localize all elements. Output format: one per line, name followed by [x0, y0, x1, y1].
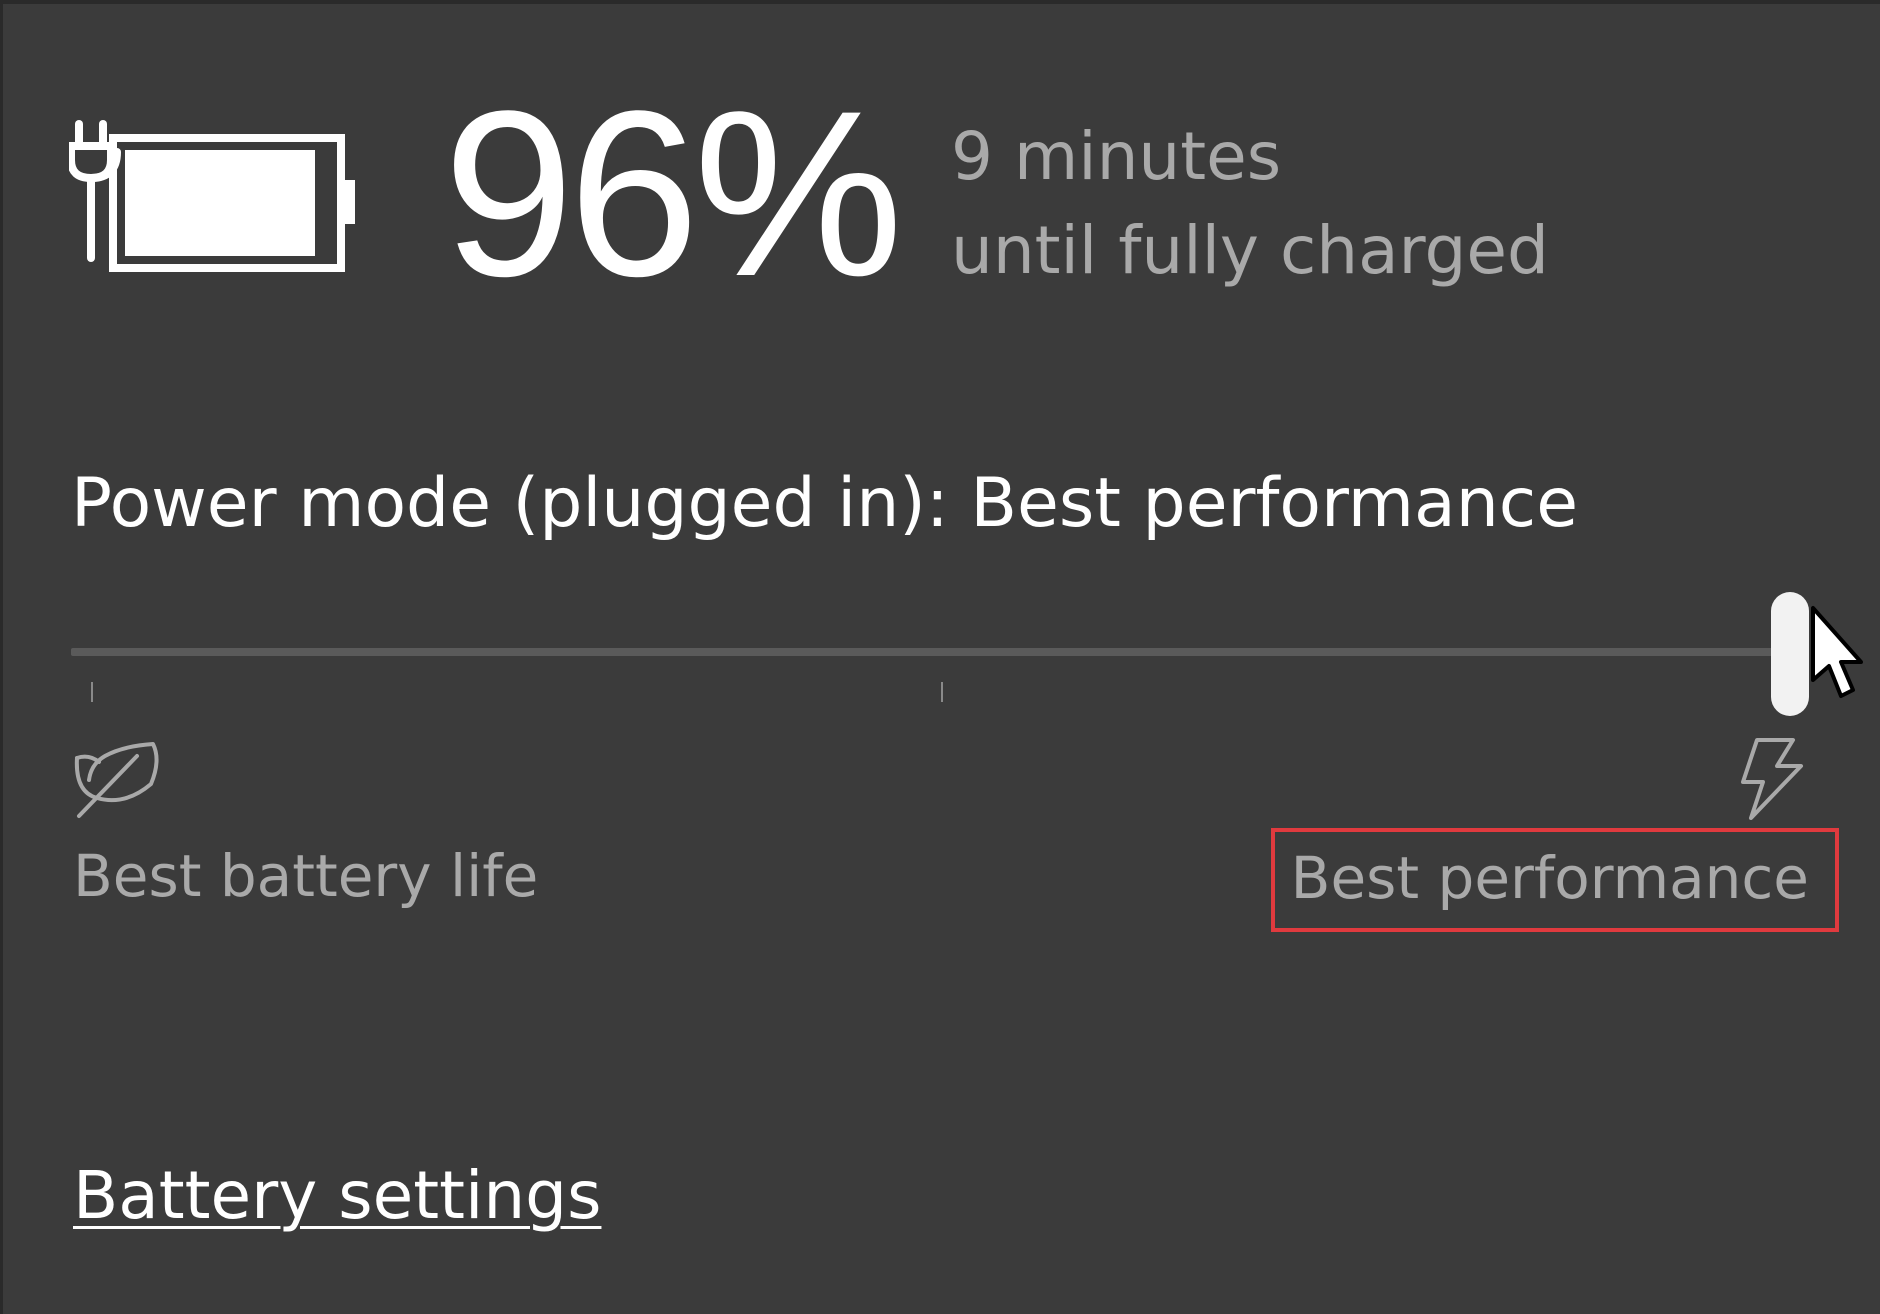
lightning-bolt-icon [1741, 738, 1803, 820]
slider-tick-battery-life [91, 682, 93, 702]
best-performance-label: Best performance [1290, 844, 1809, 912]
power-mode-slider[interactable] [71, 592, 1809, 716]
slider-tick-better-performance [941, 682, 943, 702]
best-performance-highlight: Best performance [1271, 828, 1839, 932]
slider-thumb[interactable] [1771, 592, 1809, 716]
mouse-pointer-icon [1811, 606, 1863, 698]
slider-track[interactable] [71, 648, 1789, 656]
power-mode-title: Power mode (plugged in): Best performanc… [71, 464, 1579, 543]
charging-time-remaining: 9 minutes until fully charged [951, 110, 1549, 298]
battery-percentage: 96% [443, 62, 903, 326]
battery-flyout: 96% 9 minutes until fully charged Power … [0, 0, 1880, 1314]
best-battery-life-label: Best battery life [73, 842, 539, 910]
time-remaining-caption: until fully charged [951, 212, 1549, 289]
leaf-icon [74, 742, 159, 818]
time-remaining-value: 9 minutes [951, 118, 1282, 195]
battery-charging-icon [69, 120, 355, 272]
battery-settings-link[interactable]: Battery settings [73, 1154, 601, 1238]
